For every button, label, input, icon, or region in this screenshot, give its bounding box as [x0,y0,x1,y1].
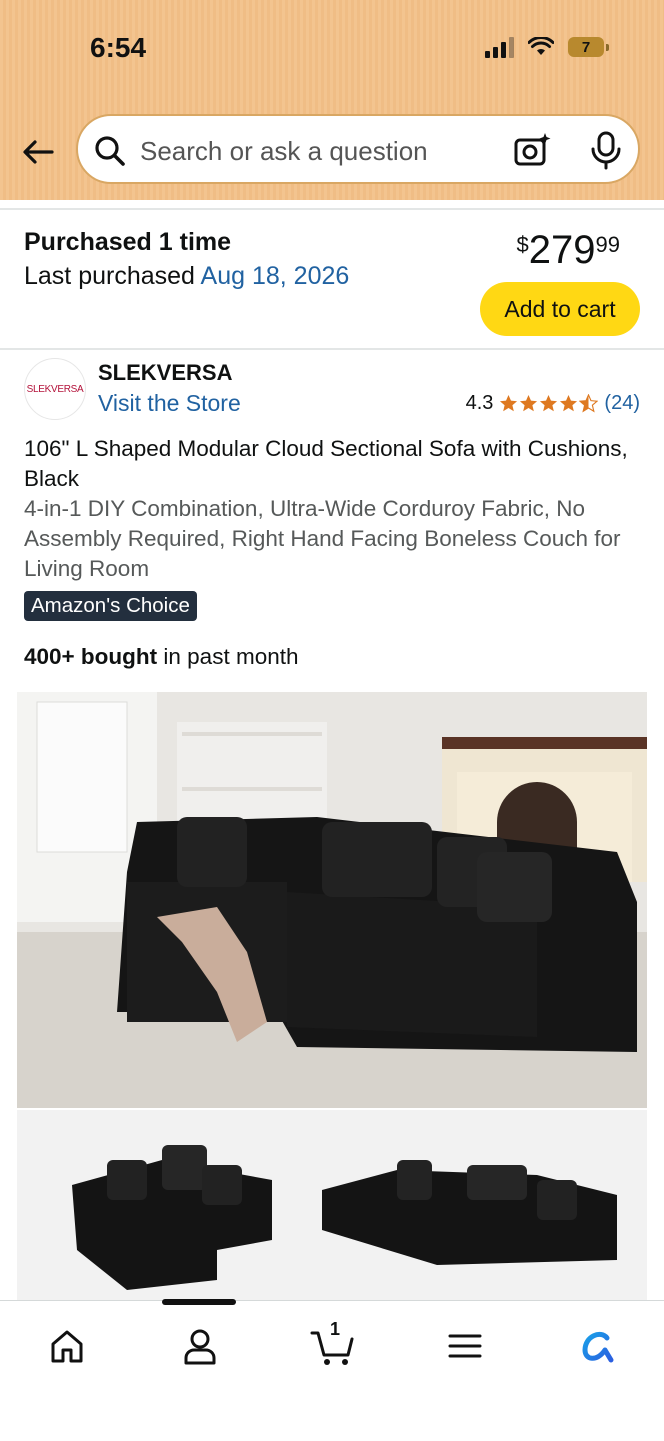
search-icon [95,136,125,166]
price-currency: $ [516,232,529,257]
bought-count-rest: in past month [157,644,299,669]
purchase-count: Purchased 1 time [24,228,232,256]
amazons-choice-badge: Amazon's Choice [24,591,197,621]
star-icon [560,394,578,412]
cart-count: 1 [330,1319,341,1339]
brand-name: SLEKVERSA [98,360,233,385]
search-input[interactable]: Search or ask a question [140,136,428,167]
last-purchased-date-link[interactable]: Aug 18, 2026 [201,262,350,290]
product-thumbnails[interactable] [17,1110,647,1300]
rating-stars [499,394,599,413]
status-icons: 7 [485,36,609,58]
half-star-icon [579,394,599,413]
price-fraction: 99 [595,232,620,257]
wifi-icon [528,37,554,55]
nav-active-indicator [162,1299,236,1305]
rufus-ai-icon [582,1332,614,1363]
status-time: 6:54 [90,32,147,63]
bought-count: 400+ bought in past month [24,644,298,670]
nav-rufus[interactable] [574,1321,624,1371]
star-icon [540,394,558,412]
back-arrow-icon[interactable] [18,132,58,172]
signal-icon [485,36,514,58]
product-title: 106" L Shaped Modular Cloud Sectional So… [24,436,628,491]
rating-value: 4.3 [465,392,494,414]
brand-logo[interactable]: SLEKVERSA [24,358,86,420]
nav-home[interactable] [42,1321,92,1371]
divider [0,348,664,350]
nav-account[interactable] [175,1321,225,1371]
product-image[interactable] [17,692,647,1108]
person-icon [184,1329,216,1365]
divider [0,208,664,210]
bottom-nav: 1 [0,1299,664,1441]
last-purchased-label: Last purchased [24,262,195,290]
search-bar[interactable]: Search or ask a question [76,114,640,184]
last-purchased: Last purchased Aug 18, 2026 [24,262,349,291]
visit-store-link[interactable]: Visit the Store [98,390,241,417]
nav-menu[interactable] [440,1321,490,1371]
price-whole: 279 [528,228,596,272]
home-icon [51,1330,83,1363]
add-to-cart-button[interactable]: Add to cart [480,282,640,336]
rating-count[interactable]: (24) [604,392,640,415]
product-subtitle: 4-in-1 DIY Combination, Ultra-Wide Cordu… [24,496,621,581]
rating[interactable]: 4.3 (24) [466,392,640,415]
price: $ 279 99 [517,228,620,272]
app-header: 6:54 7 Search or ask a question [0,0,664,200]
star-icon [520,394,538,412]
nav-cart[interactable]: 1 [308,1319,358,1371]
bought-count-bold: 400+ bought [24,644,158,669]
star-icon [500,394,518,412]
menu-icon [448,1334,482,1358]
camera-search-icon[interactable] [512,130,552,170]
microphone-icon[interactable] [588,130,624,170]
battery-icon: 7 [568,37,609,57]
